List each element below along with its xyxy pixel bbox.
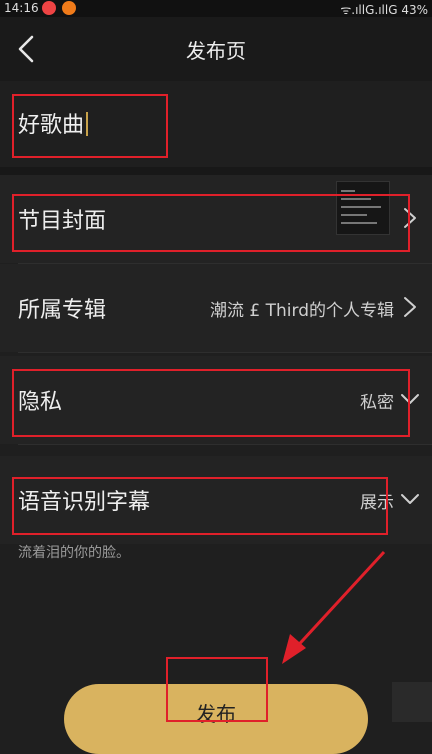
status-bar: 14:16 ᯤ.ıllG.ıllG 43% — [0, 0, 432, 17]
notification-app-icon — [62, 1, 76, 15]
chevron-right-icon — [404, 208, 416, 228]
subtitle-row[interactable]: 语音识别字幕 展示 — [0, 456, 432, 544]
text-caret — [86, 112, 89, 136]
song-title-value: 好歌曲 — [18, 107, 89, 139]
album-label: 所属专辑 — [18, 298, 107, 323]
album-value: 潮流 £ Third的个人专辑 — [210, 301, 394, 321]
status-right: ᯤ.ıllG.ıllG 43% — [340, 1, 428, 18]
lyric-hint: 流着泪的你的脸。 — [18, 545, 130, 561]
row-divider — [18, 444, 432, 445]
privacy-value: 私密 — [360, 393, 394, 413]
cover-thumbnail — [336, 181, 390, 235]
publish-button[interactable]: 发布 — [64, 684, 368, 754]
chevron-down-icon — [401, 394, 419, 404]
row-divider — [18, 352, 432, 353]
battery-level: 43% — [401, 3, 428, 17]
song-title-input[interactable]: 好歌曲 — [0, 81, 432, 167]
cover-row[interactable]: 节目封面 — [0, 175, 432, 263]
status-time: 14:16 — [4, 1, 39, 15]
section-separator — [0, 167, 432, 175]
subtitle-value: 展示 — [360, 493, 394, 513]
subtitle-label: 语音识别字幕 — [18, 490, 151, 515]
publish-label: 发布 — [196, 702, 236, 726]
album-row[interactable]: 所属专辑 潮流 £ Third的个人专辑 — [0, 264, 432, 352]
privacy-label: 隐私 — [18, 390, 63, 415]
privacy-row[interactable]: 隐私 私密 — [0, 356, 432, 444]
chevron-down-icon — [401, 494, 419, 504]
page-title: 发布页 — [186, 39, 246, 63]
cover-label: 节目封面 — [18, 209, 107, 234]
signal-icon: ᯤ.ıllG.ıllG — [340, 3, 398, 17]
chevron-right-icon — [404, 297, 416, 317]
corner-overlay — [392, 682, 432, 722]
weibo-icon — [42, 1, 56, 15]
top-nav: 发布页 — [0, 17, 432, 81]
